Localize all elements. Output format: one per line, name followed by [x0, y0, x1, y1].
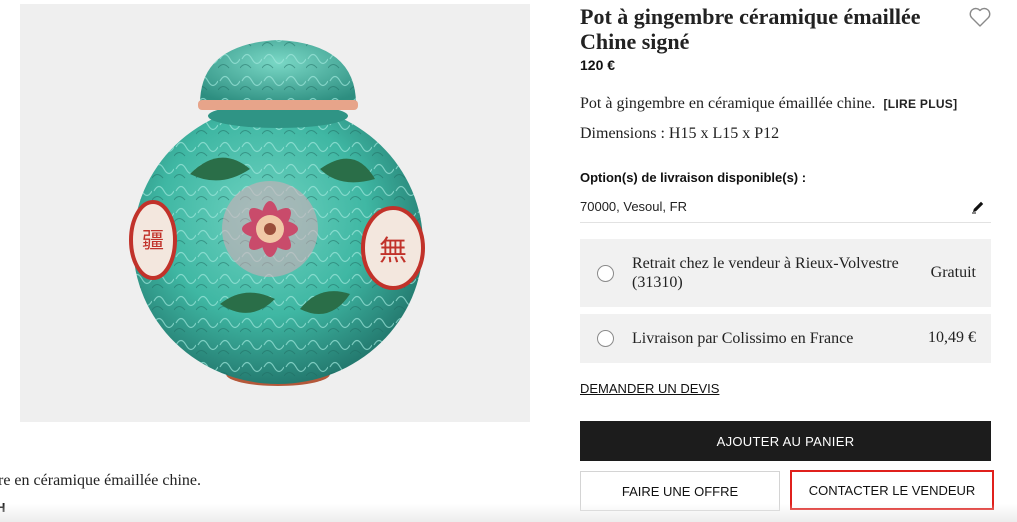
shipping-option-colissimo[interactable]: Livraison par Colissimo en France 10,49 …	[580, 314, 991, 363]
request-quote-link[interactable]: DEMANDER UN DEVIS	[580, 381, 719, 396]
svg-text:疆: 疆	[142, 229, 164, 254]
shipping-location: 70000, Vesoul, FR	[580, 199, 687, 214]
short-description-text: Pot à gingembre en céramique émaillée ch…	[580, 95, 876, 112]
add-to-cart-button[interactable]: AJOUTER AU PANIER	[580, 421, 991, 461]
read-more-link[interactable]: [LIRE PLUS]	[883, 97, 957, 111]
product-price: 120 €	[580, 57, 616, 73]
radio-button[interactable]	[597, 265, 614, 282]
short-description: Pot à gingembre en céramique émaillée ch…	[580, 95, 957, 113]
svg-text:無: 無	[379, 234, 407, 267]
contact-seller-button[interactable]: CONTACTER LE VENDEUR	[790, 470, 994, 510]
shipping-option-label: Retrait chez le vendeur à Rieux-Volvestr…	[632, 255, 899, 291]
product-image[interactable]: 疆 無	[20, 4, 530, 422]
ginger-jar-illustration: 疆 無	[129, 40, 425, 386]
make-offer-button[interactable]: FAIRE UNE OFFRE	[580, 471, 780, 511]
description-snippet: re en céramique émaillée chine.	[0, 472, 201, 489]
product-title: Pot à gingembre céramique émaillée Chine…	[580, 4, 921, 54]
shipping-option-price: 10,49 €	[928, 329, 976, 346]
heart-icon[interactable]	[968, 6, 992, 28]
dimensions: Dimensions : H15 x L15 x P12	[580, 125, 780, 142]
description-snippet-cutoff: H	[0, 500, 6, 515]
pencil-icon[interactable]	[970, 199, 986, 215]
shipping-options-label: Option(s) de livraison disponible(s) :	[580, 170, 807, 185]
divider	[580, 222, 991, 223]
radio-button[interactable]	[597, 330, 614, 347]
shipping-option-price: Gratuit	[930, 264, 976, 281]
shipping-option-pickup[interactable]: Retrait chez le vendeur à Rieux-Volvestr…	[580, 239, 991, 307]
shipping-option-label: Livraison par Colissimo en France	[632, 330, 854, 347]
